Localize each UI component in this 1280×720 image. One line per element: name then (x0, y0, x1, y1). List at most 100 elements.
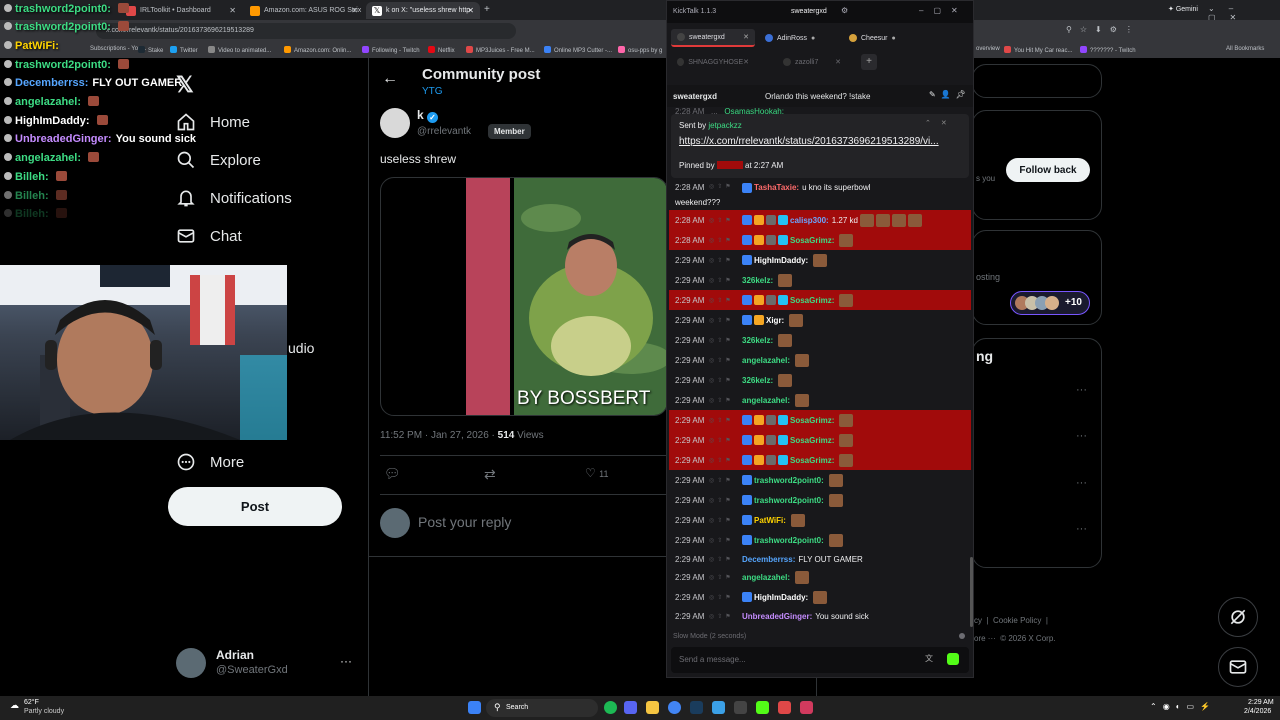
x-logo-icon[interactable]: 𝕏 (176, 72, 194, 98)
moderation-icons[interactable]: ◎⇧⚑ (709, 457, 742, 464)
message-username[interactable]: calisp300: (790, 216, 829, 225)
close-icon[interactable]: ✕ (229, 6, 236, 15)
message-username[interactable]: SosaGrimz: (790, 456, 834, 465)
chat-input[interactable]: Send a message... 文 (671, 647, 969, 673)
moderation-icons[interactable]: ◎⇧⚑ (709, 297, 742, 304)
grok-button[interactable] (1218, 597, 1258, 637)
pinned-link[interactable]: https://x.com/rrelevantk/status/20163736… (679, 136, 939, 147)
bookmark[interactable]: Amazon.com: Onlin... (284, 46, 351, 54)
message-username[interactable]: SosaGrimz: (790, 436, 834, 445)
add-tab-icon[interactable]: + (861, 54, 877, 70)
moderation-icons[interactable]: ◎⇧⚑ (709, 257, 742, 264)
moderation-icons[interactable]: ◎⇧⚑ (709, 277, 742, 284)
chat-message[interactable]: 2:29 AM ◎⇧⚑ SosaGrimz: (669, 410, 971, 430)
account-switcher[interactable]: Adrian @SweaterGxd ··· (176, 646, 354, 680)
app-icon[interactable] (778, 701, 791, 714)
member-avatars[interactable]: +10 (1010, 291, 1090, 315)
settings-icon[interactable]: ⚙ (841, 6, 848, 15)
message-username[interactable]: SosaGrimz: (790, 416, 834, 425)
chat-message[interactable]: 2:29 AM ◎⇧⚑ SosaGrimz: (669, 450, 971, 470)
message-username[interactable]: Xigr: (766, 316, 784, 325)
message-username[interactable]: PatWiFi: (754, 516, 786, 525)
chat-message[interactable]: 2:29 AM ◎⇧⚑ SosaGrimz: (669, 430, 971, 450)
reply-input[interactable]: Post your reply (418, 514, 511, 530)
moderation-icons[interactable]: ◎⇧⚑ (709, 477, 742, 484)
message-username[interactable]: trashword2point0: (754, 536, 824, 545)
gemini-button[interactable]: ✦ Gemini (1168, 5, 1198, 13)
bookmark[interactable]: You Hit My Car reac... (1004, 46, 1072, 54)
message-username[interactable]: TashaTaxie: (754, 183, 799, 192)
bookmark[interactable]: Following - Twitch (362, 46, 420, 54)
bookmark[interactable]: osu-pps by g (618, 46, 662, 54)
community-link[interactable]: YTG (422, 86, 443, 97)
back-arrow-icon[interactable]: ← (382, 70, 398, 88)
header-icons[interactable]: ✎👤📌︎ (929, 90, 971, 99)
browser-tab[interactable]: IRLToolkit • Dashboard ✕ (120, 2, 242, 19)
pinned-message[interactable]: Sent by jetpackzz ⌃✕ https://x.com/rrele… (671, 114, 969, 178)
moderation-icons[interactable]: ◎⇧⚑ (709, 377, 742, 384)
start-icon[interactable] (468, 701, 481, 714)
avatar[interactable] (380, 108, 410, 138)
message-username[interactable]: angelazahel: (742, 573, 790, 582)
message-username[interactable]: UnbreadedGinger: (742, 612, 812, 621)
more-dots-icon[interactable]: ··· (340, 654, 352, 668)
author-name[interactable]: k ✓ (417, 108, 439, 123)
message-username[interactable]: angelazahel: (742, 396, 790, 405)
author-handle[interactable]: @rrelevantk (417, 126, 471, 137)
message-username[interactable]: angelazahel: (742, 356, 790, 365)
translate-icon[interactable]: 文 (925, 653, 933, 664)
message-username[interactable]: trashword2point0: (754, 476, 824, 485)
chat-message[interactable]: 2:29 AM ◎⇧⚑ trashword2point0: (669, 470, 971, 490)
moderation-icons[interactable]: ◎⇧⚑ (709, 574, 742, 581)
close-icon[interactable]: ✕ (835, 58, 841, 66)
message-username[interactable]: 326kelz: (742, 336, 773, 345)
spotify-icon[interactable] (604, 701, 617, 714)
moderation-icons[interactable]: ◎⇧⚑ (709, 397, 742, 404)
moderation-icons[interactable]: ◎⇧⚑ (709, 357, 742, 364)
follow-back-button[interactable]: Follow back (1006, 158, 1090, 182)
tray-icons[interactable]: ⌃◉◐▭⚡ (1150, 702, 1216, 711)
message-username[interactable]: trashword2point0: (754, 496, 824, 505)
repost-icon[interactable]: ⇄ (484, 466, 496, 483)
message-username[interactable]: HighImDaddy: (754, 256, 808, 265)
bookmark[interactable]: Video to animated... (208, 46, 271, 54)
chat-message[interactable]: 2:28 AM ◎⇧⚑ calisp300: 1.27 kd (669, 210, 971, 230)
close-icon[interactable]: ✕ (351, 6, 358, 15)
bookmark[interactable]: Twitter (170, 46, 198, 54)
close-icon[interactable]: ✕ (743, 33, 749, 41)
new-tab-icon[interactable]: + (484, 4, 490, 15)
chat-message[interactable]: 2:29 AM ◎⇧⚑ HighImDaddy: (669, 250, 971, 270)
channel-tab[interactable]: AdinRoss ● (759, 29, 839, 47)
message-username[interactable]: SosaGrimz: (790, 236, 834, 245)
message-username[interactable]: Decemberrss: (742, 555, 795, 564)
channel-tab[interactable]: sweatergxd ✕ (671, 29, 755, 47)
app-icon[interactable] (712, 701, 725, 714)
chat-message[interactable]: 2:29 AM ◎⇧⚑ trashword2point0: (669, 530, 971, 550)
footer-link[interactable]: cy | Cookie Policy | (974, 616, 1048, 625)
chat-message[interactable]: 2:29 AM ◎⇧⚑ trashword2point0: (669, 490, 971, 510)
chrome-icon[interactable] (668, 701, 681, 714)
chat-message[interactable]: 2:29 AM ◎⇧⚑ PatWiFi: (669, 510, 971, 530)
all-bookmarks[interactable]: All Bookmarks (1226, 46, 1264, 52)
chat-message[interactable]: 2:29 AM ◎⇧⚑ HighImDaddy: (669, 587, 971, 607)
moderation-icons[interactable]: ◎⇧⚑ (709, 337, 742, 344)
window-controls[interactable]: –▢✕ (919, 6, 968, 15)
moderation-icons[interactable]: ◎⇧⚑ (709, 437, 742, 444)
like-button[interactable]: ♡ 11 (585, 466, 608, 480)
browser-tab-active[interactable]: 𝕏 k on X: "useless shrew http ✕ (366, 2, 480, 19)
channel-tab[interactable]: SHNAGGYHOSE ✕ (671, 53, 755, 71)
taskbar-search[interactable]: ⚲ Search (486, 699, 598, 717)
scrollbar[interactable] (970, 557, 973, 627)
chat-message[interactable]: 2:28 AM ◎⇧⚑ TashaTaxie: u kno its superbowl… (669, 179, 971, 209)
close-icon[interactable]: ✕ (743, 58, 749, 66)
post-button[interactable]: Post (168, 487, 342, 526)
bookmark[interactable]: overview (976, 46, 1000, 52)
channel-tab[interactable]: zazolli7 ✕ (777, 53, 847, 71)
steam-icon[interactable] (690, 701, 703, 714)
moderation-icons[interactable]: ◎⇧⚑ (709, 183, 742, 190)
moderation-icons[interactable]: ◎⇧⚑ (709, 417, 742, 424)
search-box[interactable] (972, 64, 1102, 98)
bookmark[interactable]: Stake (138, 46, 163, 54)
more-dots-icon[interactable]: ··· (1076, 430, 1087, 442)
message-username[interactable]: 326kelz: (742, 376, 773, 385)
